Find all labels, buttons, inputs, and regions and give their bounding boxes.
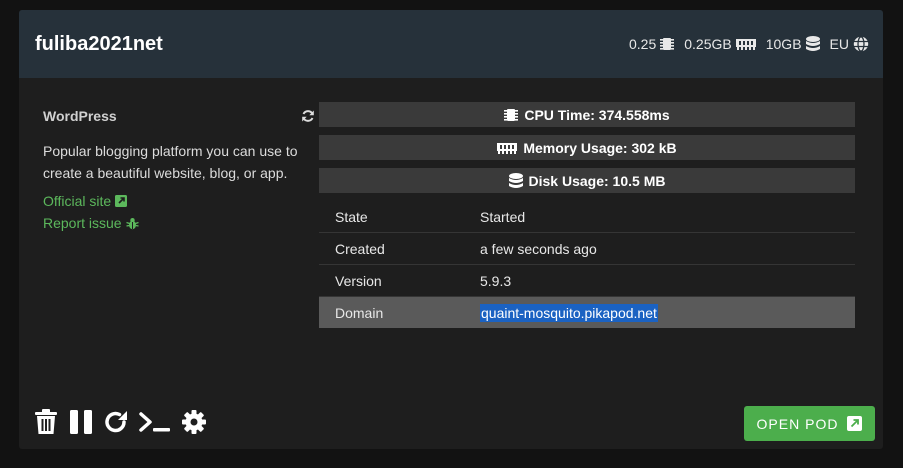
info-value-state: Started bbox=[480, 201, 855, 233]
app-description: Popular blogging platform you can use to… bbox=[43, 143, 298, 181]
settings-button[interactable] bbox=[181, 409, 207, 435]
pod-stats-panel: CPU Time: 374.558ms Memory Usage: 302 kB bbox=[319, 102, 855, 328]
pod-name: fuliba2021net bbox=[35, 32, 163, 55]
table-row-domain: Domain quaint-mosquito.pikapod.net bbox=[319, 296, 855, 328]
table-row: Version 5.9.3 bbox=[319, 264, 855, 297]
open-pod-button[interactable]: OPEN POD bbox=[744, 406, 875, 441]
memory-icon bbox=[497, 142, 518, 154]
memory-usage-bar: Memory Usage: 302 kB bbox=[319, 135, 855, 160]
database-icon bbox=[805, 36, 820, 51]
terminal-icon bbox=[139, 412, 170, 432]
cpu-time-bar: CPU Time: 374.558ms bbox=[319, 102, 855, 127]
globe-icon bbox=[853, 36, 869, 52]
pause-icon bbox=[70, 410, 92, 434]
table-row: State Started bbox=[319, 201, 855, 233]
external-link-icon bbox=[115, 195, 128, 207]
region-spec: EU bbox=[830, 36, 869, 52]
restart-icon bbox=[105, 411, 127, 433]
app-title: WordPress bbox=[43, 108, 117, 124]
cpu-spec-value: 0.25 bbox=[629, 36, 657, 52]
memory-icon bbox=[735, 39, 756, 50]
pause-button[interactable] bbox=[68, 409, 94, 435]
pod-actions-toolbar bbox=[33, 409, 207, 435]
disk-spec-value: 10GB bbox=[765, 36, 802, 52]
pod-specs: 0.25 0.25GB 10GB EU bbox=[629, 36, 869, 52]
app-title-row: WordPress bbox=[43, 106, 315, 126]
external-link-icon bbox=[847, 416, 863, 431]
database-icon bbox=[508, 172, 523, 188]
info-value-version: 5.9.3 bbox=[480, 264, 855, 297]
info-value-created: a few seconds ago bbox=[480, 232, 855, 265]
pod-card: fuliba2021net 0.25 0.25GB 10GB EU WordPr… bbox=[19, 10, 883, 449]
pod-header: fuliba2021net 0.25 0.25GB 10GB EU bbox=[19, 10, 883, 78]
disk-spec: 10GB bbox=[766, 36, 820, 52]
cpu-chip-icon bbox=[504, 108, 519, 121]
trash-icon bbox=[35, 409, 57, 434]
restart-button[interactable] bbox=[103, 409, 129, 435]
official-site-label: Official site bbox=[43, 193, 112, 209]
info-value-domain-cell: quaint-mosquito.pikapod.net bbox=[480, 296, 855, 328]
disk-usage-text: Disk Usage: 10.5 MB bbox=[528, 172, 666, 189]
delete-button[interactable] bbox=[33, 409, 59, 435]
settings-gear-icon bbox=[182, 410, 206, 434]
info-key-state: State bbox=[319, 201, 480, 233]
disk-usage-bar: Disk Usage: 10.5 MB bbox=[319, 168, 855, 193]
report-issue-label: Report issue bbox=[43, 215, 122, 231]
memory-spec-value: 0.25GB bbox=[684, 36, 732, 52]
table-row: Created a few seconds ago bbox=[319, 232, 855, 265]
cpu-chip-icon bbox=[660, 38, 675, 50]
info-key-version: Version bbox=[319, 264, 480, 297]
console-button[interactable] bbox=[138, 409, 172, 435]
pod-info-table: State Started Created a few seconds ago … bbox=[319, 201, 855, 328]
cpu-time-text: CPU Time: 374.558ms bbox=[524, 106, 670, 123]
domain-value[interactable]: quaint-mosquito.pikapod.net bbox=[480, 303, 658, 322]
memory-usage-text: Memory Usage: 302 kB bbox=[523, 139, 677, 156]
bug-icon bbox=[125, 217, 139, 229]
report-issue-link[interactable]: Report issue bbox=[43, 212, 315, 234]
app-info-panel: WordPress Popular blogging platform you … bbox=[43, 106, 315, 234]
official-site-link[interactable]: Official site bbox=[43, 190, 315, 212]
info-key-created: Created bbox=[319, 232, 480, 265]
refresh-icon[interactable] bbox=[301, 109, 315, 123]
open-pod-label: OPEN POD bbox=[756, 415, 839, 432]
region-spec-value: EU bbox=[829, 36, 849, 52]
info-key-domain: Domain bbox=[319, 296, 480, 328]
memory-spec: 0.25GB bbox=[684, 36, 756, 52]
cpu-spec: 0.25 bbox=[629, 36, 675, 52]
